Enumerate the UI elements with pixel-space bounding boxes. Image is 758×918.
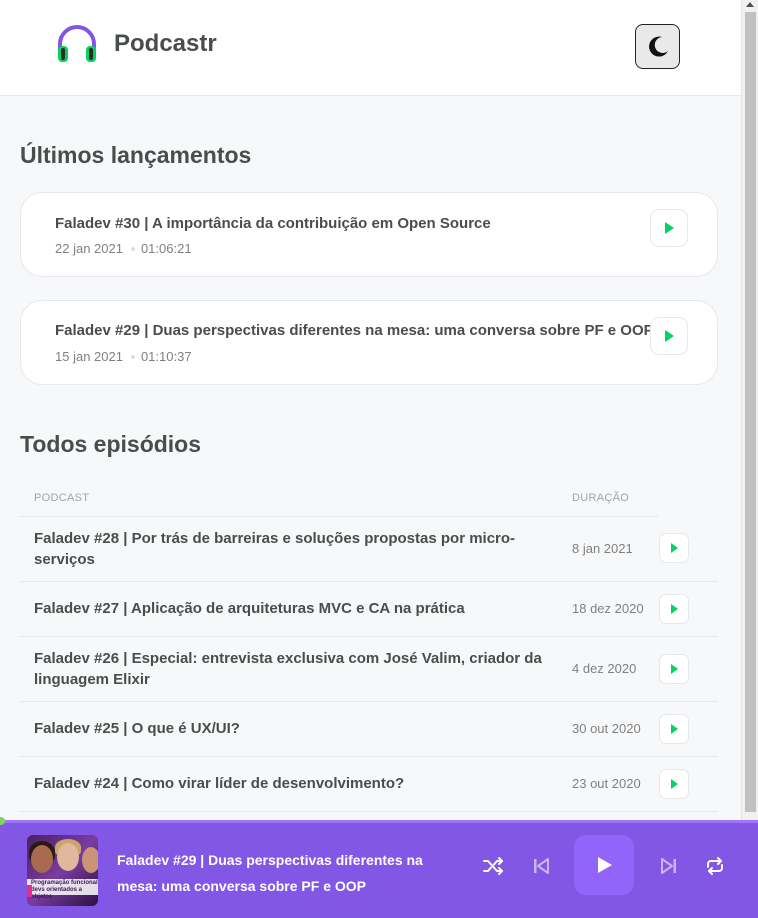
- audio-player: Programação funcional devs orientados a …: [0, 817, 758, 918]
- play-button[interactable]: [574, 835, 634, 895]
- play-episode-button[interactable]: [650, 317, 688, 355]
- column-header-podcast: Podcast: [20, 480, 558, 517]
- play-icon: [671, 723, 678, 734]
- episode-date: 23 out 2020: [558, 756, 658, 812]
- table-row: Faladev #27 | Aplicação de arquiteturas …: [20, 581, 718, 637]
- app-header: Podcastr: [0, 0, 741, 96]
- play-episode-button[interactable]: [659, 593, 689, 624]
- progress-handle[interactable]: [0, 817, 5, 825]
- table-row: Faladev #26 | Especial: entrevista exclu…: [20, 636, 718, 702]
- episode-title[interactable]: Faladev #27 | Aplicação de arquiteturas …: [20, 581, 558, 637]
- latest-episode-meta: 22 jan 2021 01:06:21: [55, 241, 192, 256]
- episode-title[interactable]: Faladev #24 | Como virar líder de desenv…: [20, 756, 558, 812]
- episode-date: 8 jan 2021: [558, 516, 658, 582]
- previous-icon: [534, 858, 549, 874]
- episodes-table: Podcast Duração Faladev #28 | Por trás d…: [20, 480, 718, 812]
- table-row: Faladev #25 | O que é UX/UI? 30 out 2020: [20, 701, 718, 757]
- play-episode-button[interactable]: [659, 713, 689, 744]
- episode-date: 18 dez 2020: [558, 581, 658, 637]
- next-button[interactable]: [656, 853, 682, 879]
- play-icon: [671, 603, 678, 614]
- episode-date: 30 out 2020: [558, 701, 658, 757]
- episode-duration: 01:06:21: [140, 241, 192, 256]
- latest-episode-title[interactable]: Faladev #30 | A importância da contribui…: [55, 215, 491, 232]
- play-icon: [671, 543, 678, 554]
- episode-duration: 01:10:37: [140, 349, 192, 364]
- headphones-icon: [58, 25, 96, 62]
- theme-toggle-button[interactable]: [635, 24, 680, 69]
- repeat-icon: [707, 857, 723, 875]
- play-icon: [671, 778, 678, 789]
- play-episode-button[interactable]: [659, 533, 689, 564]
- play-episode-button[interactable]: [659, 768, 689, 799]
- play-icon: [671, 663, 678, 674]
- next-icon: [661, 858, 676, 874]
- episode-thumbnail: Programação funcional devs orientados a …: [27, 835, 98, 906]
- scroll-thumb[interactable]: [745, 12, 756, 812]
- shuffle-button[interactable]: [480, 853, 506, 879]
- progress-bar[interactable]: [0, 820, 758, 823]
- app-title: Podcastr: [114, 30, 217, 57]
- column-header-action: [658, 480, 718, 516]
- vertical-scrollbar[interactable]: [741, 0, 758, 820]
- all-episodes-section-title: Todos episódios: [20, 431, 202, 457]
- episode-date: 4 dez 2020: [558, 636, 658, 702]
- latest-section-title: Últimos lançamentos: [20, 142, 252, 168]
- play-episode-button[interactable]: [659, 653, 689, 684]
- previous-button[interactable]: [528, 853, 554, 879]
- table-row: Faladev #28 | Por trás de barreiras e so…: [20, 516, 718, 582]
- episode-title[interactable]: Faladev #28 | Por trás de barreiras e so…: [20, 516, 558, 582]
- latest-episode-card[interactable]: Faladev #30 | A importância da contribui…: [20, 192, 718, 277]
- play-icon: [665, 330, 674, 342]
- repeat-button[interactable]: [702, 853, 728, 879]
- column-header-duration: Duração: [558, 480, 658, 517]
- shuffle-icon: [483, 857, 503, 875]
- latest-episode-meta: 15 jan 2021 01:10:37: [55, 349, 192, 364]
- play-icon: [665, 222, 674, 234]
- play-episode-button[interactable]: [650, 209, 688, 247]
- now-playing-title: Faladev #29 | Duas perspectivas diferent…: [117, 852, 423, 894]
- episode-title[interactable]: Faladev #25 | O que é UX/UI?: [20, 701, 558, 757]
- latest-episode-card[interactable]: Faladev #29 | Duas perspectivas diferent…: [20, 300, 718, 385]
- thumbnail-text: Programação funcional devs orientados a …: [31, 880, 98, 900]
- play-icon: [598, 857, 612, 873]
- scroll-up-arrow-icon[interactable]: [746, 2, 754, 7]
- table-row: Faladev #24 | Como virar líder de desenv…: [20, 756, 718, 812]
- main-page: Podcastr Últimos lançamentos Faladev #30…: [0, 0, 741, 820]
- table-header-row: Podcast Duração: [20, 480, 718, 517]
- episode-date: 22 jan 2021: [55, 241, 123, 256]
- latest-episode-title[interactable]: Faladev #29 | Duas perspectivas diferent…: [55, 322, 653, 339]
- episode-date: 15 jan 2021: [55, 349, 123, 364]
- episode-title[interactable]: Faladev #26 | Especial: entrevista exclu…: [20, 636, 558, 702]
- moon-icon: [648, 36, 668, 57]
